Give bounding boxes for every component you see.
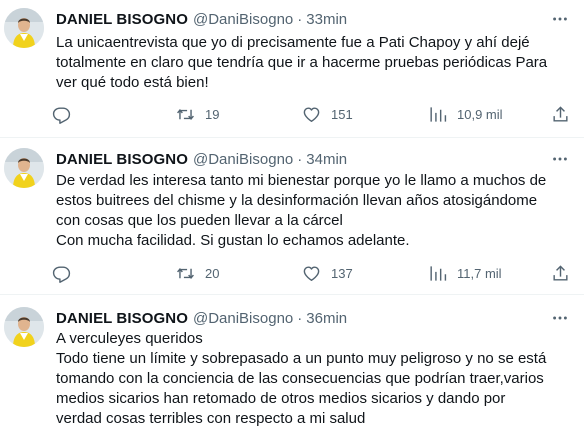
views-count: 11,7 mil bbox=[457, 265, 502, 281]
author-handle[interactable]: @DaniBisogno bbox=[193, 151, 293, 168]
avatar[interactable] bbox=[4, 148, 44, 188]
author-handle[interactable]: @DaniBisogno bbox=[193, 310, 293, 327]
like-button[interactable]: 137 bbox=[302, 263, 353, 283]
tweet-header: DANIEL BISOGNO @DaniBisogno · 34min bbox=[56, 149, 347, 169]
tweet-text-line: medios sicarios han retomado de otros me… bbox=[56, 390, 506, 407]
tweet-header: DANIEL BISOGNO @DaniBisogno · 36min bbox=[56, 308, 347, 328]
share-icon bbox=[553, 105, 568, 122]
author-name[interactable]: DANIEL BISOGNO bbox=[56, 11, 188, 28]
views-button[interactable]: 10,9 mil bbox=[428, 104, 503, 124]
tweet-text-line: tomando con la conciencia de las consecu… bbox=[56, 370, 544, 387]
retweet-count: 20 bbox=[205, 265, 220, 281]
separator-dot: · bbox=[297, 10, 303, 28]
reply-icon bbox=[52, 106, 71, 124]
tweet-text: De verdad les interesa tanto mi bienesta… bbox=[56, 171, 576, 251]
separator-dot: · bbox=[297, 150, 303, 168]
more-horizontal-icon bbox=[553, 17, 567, 21]
like-button[interactable]: 151 bbox=[302, 104, 353, 124]
reply-button[interactable] bbox=[52, 104, 71, 124]
reply-button[interactable] bbox=[52, 263, 71, 283]
retweet-count: 19 bbox=[205, 106, 220, 122]
author-name[interactable]: DANIEL BISOGNO bbox=[56, 310, 188, 327]
tweet-time[interactable]: 36min bbox=[306, 310, 347, 327]
separator-dot: · bbox=[297, 309, 303, 327]
tweet-text-line: Todo tiene un límite y sobrepasado a un … bbox=[56, 350, 547, 367]
share-button[interactable] bbox=[551, 263, 570, 283]
author-name[interactable]: DANIEL BISOGNO bbox=[56, 151, 188, 168]
reply-icon bbox=[52, 265, 71, 283]
retweet-button[interactable]: 19 bbox=[176, 104, 219, 124]
tweet-text-line: totalmente en claro que tendría que ir a… bbox=[56, 54, 548, 71]
tweet-text-line: De verdad les interesa tanto mi bienesta… bbox=[56, 172, 547, 189]
tweet-header: DANIEL BISOGNO @DaniBisogno · 33min bbox=[56, 9, 347, 29]
heart-icon bbox=[303, 265, 320, 281]
tweet-actions: 20 137 11,7 mil bbox=[52, 263, 578, 283]
views-button[interactable]: 11,7 mil bbox=[428, 263, 502, 283]
retweet-button[interactable]: 20 bbox=[176, 263, 219, 283]
tweet-actions: 19 151 10,9 mil bbox=[52, 104, 578, 124]
avatar[interactable] bbox=[4, 307, 44, 347]
more-horizontal-icon bbox=[553, 316, 567, 320]
tweet-text-line: verdad cosas terribles con respecto a mi… bbox=[56, 410, 366, 427]
more-horizontal-icon bbox=[553, 157, 567, 161]
retweet-icon bbox=[177, 108, 194, 120]
tweet-2[interactable]: DANIEL BISOGNO @DaniBisogno · 34min De v… bbox=[0, 138, 584, 294]
views-icon bbox=[430, 265, 447, 281]
more-options-button[interactable] bbox=[550, 9, 570, 29]
tweet-text: La unicaentrevista que yo di precisament… bbox=[56, 33, 576, 93]
tweet-text-line: ver qué todo está bien! bbox=[56, 74, 209, 91]
avatar[interactable] bbox=[4, 8, 44, 48]
views-count: 10,9 mil bbox=[457, 106, 503, 122]
tweet-feed: DANIEL BISOGNO @DaniBisogno · 33min La u… bbox=[0, 0, 584, 431]
like-count: 137 bbox=[331, 265, 353, 281]
tweet-text-line: estos buitrees del chisme y la desinform… bbox=[56, 192, 538, 209]
tweet-text: A verculeyes queridos Todo tiene un lími… bbox=[56, 329, 576, 429]
heart-icon bbox=[303, 106, 320, 122]
share-icon bbox=[553, 264, 568, 281]
tweet-text-line: La unicaentrevista que yo di precisament… bbox=[56, 34, 530, 51]
more-options-button[interactable] bbox=[550, 308, 570, 328]
retweet-icon bbox=[177, 267, 194, 279]
more-options-button[interactable] bbox=[550, 149, 570, 169]
tweet-time[interactable]: 33min bbox=[306, 11, 347, 28]
tweet-3[interactable]: DANIEL BISOGNO @DaniBisogno · 36min A ve… bbox=[0, 295, 584, 431]
tweet-time[interactable]: 34min bbox=[306, 151, 347, 168]
tweet-1[interactable]: DANIEL BISOGNO @DaniBisogno · 33min La u… bbox=[0, 0, 584, 137]
share-button[interactable] bbox=[551, 104, 570, 124]
like-count: 151 bbox=[331, 106, 353, 122]
views-icon bbox=[430, 106, 447, 122]
tweet-text-line: con cosas que los pueden llevar a la cár… bbox=[56, 212, 343, 229]
tweet-text-line: Con mucha facilidad. Si gustan lo echamo… bbox=[56, 232, 410, 249]
author-handle[interactable]: @DaniBisogno bbox=[193, 11, 293, 28]
tweet-text-line: A verculeyes queridos bbox=[56, 330, 203, 347]
